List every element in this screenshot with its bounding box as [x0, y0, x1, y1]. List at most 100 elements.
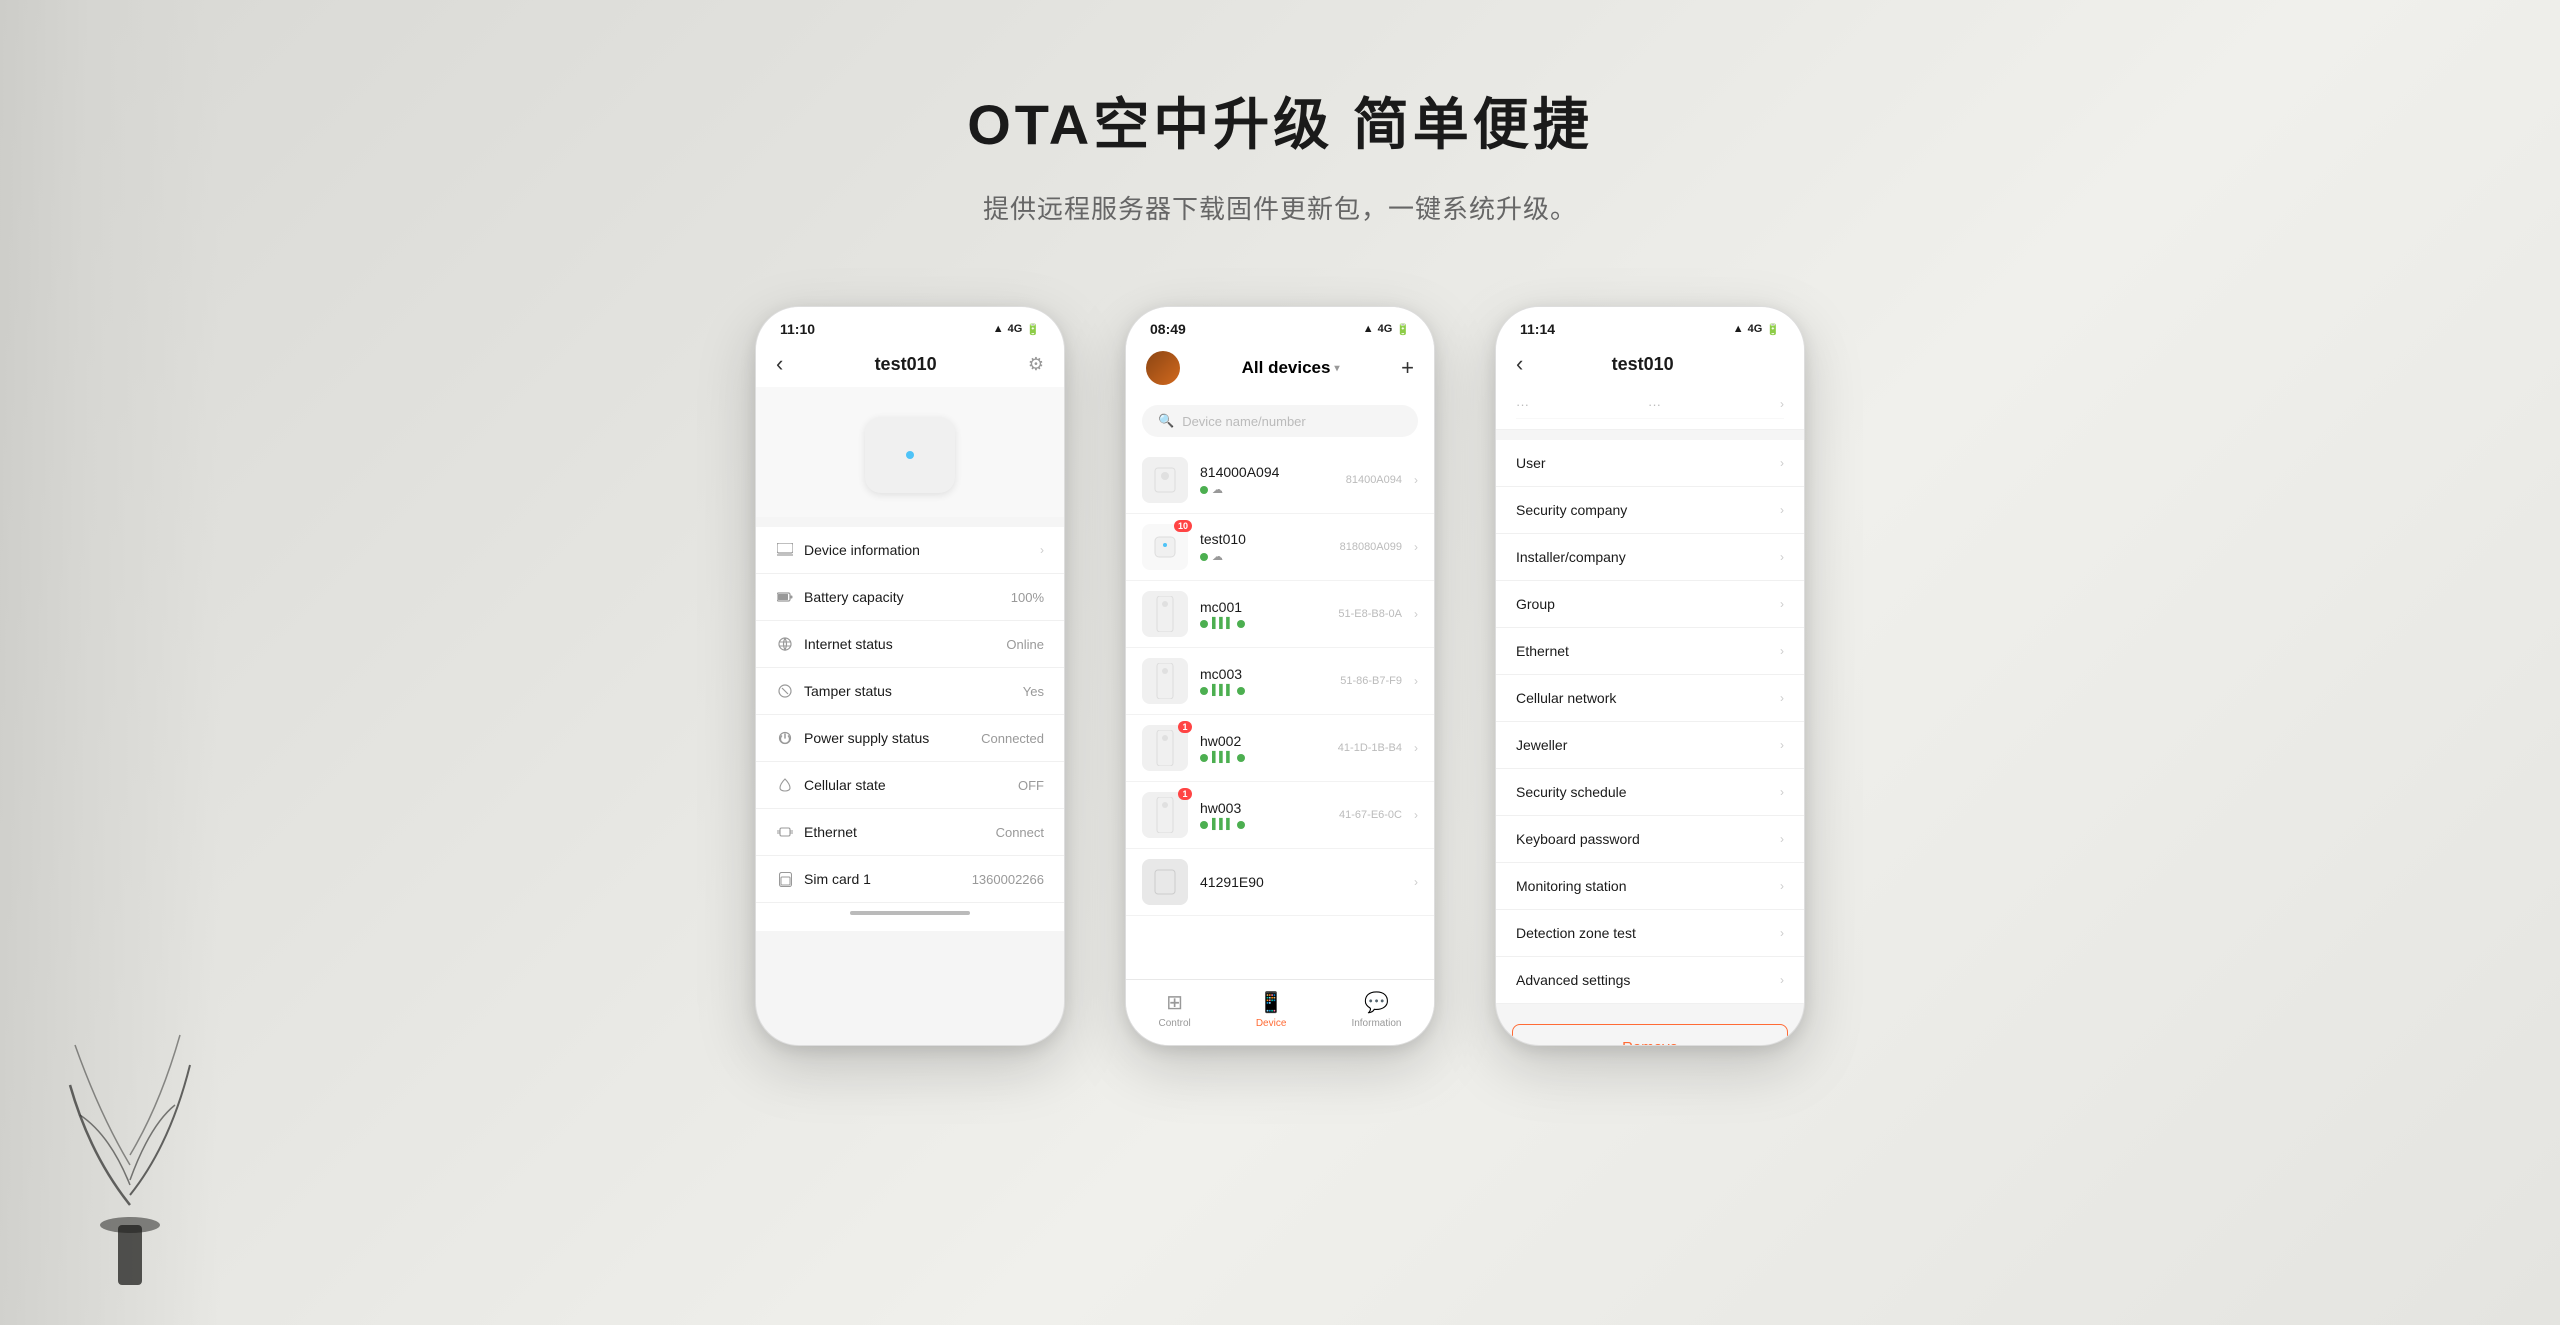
device-info-6: hw003 ▌▌▌ [1200, 800, 1327, 830]
settings-item-advanced[interactable]: Advanced settings › [1496, 957, 1804, 1004]
menu-item-power[interactable]: Power supply status Connected [756, 715, 1064, 762]
remove-button[interactable]: Remove [1512, 1024, 1788, 1046]
menu-item-device-info[interactable]: Device information › [756, 527, 1064, 574]
list-item[interactable]: 814000A094 ☁ 81400A094 › [1126, 447, 1434, 514]
battery-value: 100% [1011, 590, 1044, 605]
device-name-7: 41291E90 [1200, 874, 1402, 890]
phone3-time: 11:14 [1520, 321, 1555, 337]
phone1-back-icon[interactable]: ‹ [776, 351, 783, 377]
device-info-chevron: › [1040, 543, 1044, 557]
phone2-nav: All devices ▾ + [1126, 343, 1434, 395]
menu-item-ethernet[interactable]: Ethernet Connect [756, 809, 1064, 856]
menu-item-cellular[interactable]: Cellular state OFF [756, 762, 1064, 809]
phone1-network-icon: 4G [1008, 323, 1023, 335]
add-device-icon[interactable]: + [1401, 355, 1414, 381]
phone1-signal-icon: ▲ [993, 323, 1004, 335]
phone1-settings-icon[interactable]: ⚙ [1028, 354, 1044, 375]
cellular-icon [776, 776, 794, 794]
device-tab-icon: 📱 [1259, 990, 1284, 1015]
keyboard-password-label: Keyboard password [1516, 831, 1640, 847]
page-subheadline: 提供远程服务器下载固件更新包，一键系统升级。 [983, 189, 1577, 226]
signal-bars-4: ▌▌▌ [1212, 685, 1233, 696]
settings-item-detection-zone[interactable]: Detection zone test › [1496, 910, 1804, 957]
signal-icon-2: ☁ [1212, 550, 1223, 563]
simcard-icon [776, 870, 794, 888]
device-search-bar[interactable]: 🔍 Device name/number [1142, 405, 1418, 437]
cellular-label: Cellular state [804, 777, 886, 793]
phone1-status-icons: ▲ 4G 🔋 [993, 323, 1040, 336]
phone2-tab-bar: ⊞ Control 📱 Device 💬 Information [1126, 979, 1434, 1045]
user-avatar[interactable] [1146, 351, 1180, 385]
settings-item-keyboard-password[interactable]: Keyboard password › [1496, 816, 1804, 863]
phone-2: 08:49 ▲ 4G 🔋 All devices ▾ + 🔍 Devi [1125, 306, 1435, 1046]
jeweller-label: Jeweller [1516, 737, 1567, 753]
settings-item-ethernet[interactable]: Ethernet › [1496, 628, 1804, 675]
list-item[interactable]: 10 test010 ☁ 818080A099 › [1126, 514, 1434, 581]
menu-item-tamper[interactable]: Tamper status Yes [756, 668, 1064, 715]
list-item[interactable]: mc003 ▌▌▌ 51-86-B7-F9 › [1126, 648, 1434, 715]
device-name-6: hw003 [1200, 800, 1327, 816]
tamper-label: Tamper status [804, 683, 892, 699]
control-tab-label: Control [1159, 1018, 1191, 1029]
device-info-7: 41291E90 [1200, 874, 1402, 890]
detection-zone-chevron: › [1780, 926, 1784, 940]
phone1-title: test010 [875, 354, 937, 375]
device-led [906, 451, 914, 459]
device-info-4: mc003 ▌▌▌ [1200, 666, 1328, 696]
device-info-5: hw002 ▌▌▌ [1200, 733, 1326, 763]
phone3-status-icons: ▲ 4G 🔋 [1733, 323, 1780, 336]
device-info-label: Device information [804, 542, 920, 558]
internet-label: Internet status [804, 636, 893, 652]
security-schedule-label: Security schedule [1516, 784, 1627, 800]
user-label: User [1516, 455, 1546, 471]
cellular-value: OFF [1018, 778, 1044, 793]
phone3-battery-icon: 🔋 [1766, 323, 1780, 336]
device-thumbnail-5: 1 [1142, 725, 1188, 771]
tab-control[interactable]: ⊞ Control [1159, 990, 1191, 1029]
settings-item-security-schedule[interactable]: Security schedule › [1496, 769, 1804, 816]
menu-item-internet[interactable]: Internet status Online [756, 621, 1064, 668]
device-icons-2: ☁ [1200, 550, 1328, 563]
security-schedule-chevron: › [1780, 785, 1784, 799]
battery-label: Battery capacity [804, 589, 904, 605]
list-item[interactable]: 41291E90 › [1126, 849, 1434, 916]
signal-bars-5: ▌▌▌ [1212, 752, 1233, 763]
device-thumbnail-3 [1142, 591, 1188, 637]
settings-item-jeweller[interactable]: Jeweller › [1496, 722, 1804, 769]
settings-item-user[interactable]: User › [1496, 440, 1804, 487]
phone1-status-bar: 11:10 ▲ 4G 🔋 [756, 307, 1064, 343]
phone3-status-bar: 11:14 ▲ 4G 🔋 [1496, 307, 1804, 343]
device-icons-5: ▌▌▌ [1200, 752, 1326, 763]
tab-information[interactable]: 💬 Information [1351, 990, 1401, 1029]
settings-item-group[interactable]: Group › [1496, 581, 1804, 628]
device-icons-6: ▌▌▌ [1200, 819, 1327, 830]
phone1-bottom-bar [756, 903, 1064, 931]
wifi-dot-3 [1237, 620, 1245, 628]
status-dot-4 [1200, 687, 1208, 695]
monitoring-station-label: Monitoring station [1516, 878, 1627, 894]
device-badge-6: 1 [1178, 788, 1192, 800]
phone3-partial-top: ··· ··· › [1496, 387, 1804, 430]
settings-item-installer[interactable]: Installer/company › [1496, 534, 1804, 581]
advanced-settings-chevron: › [1780, 973, 1784, 987]
control-tab-icon: ⊞ [1166, 990, 1183, 1015]
device-name-5: hw002 [1200, 733, 1326, 749]
ethernet-label: Ethernet [804, 824, 857, 840]
device-tab-label: Device [1256, 1018, 1287, 1029]
power-icon [776, 729, 794, 747]
settings-item-security-company[interactable]: Security company › [1496, 487, 1804, 534]
device-badge-2: 10 [1174, 520, 1192, 532]
menu-item-battery[interactable]: Battery capacity 100% [756, 574, 1064, 621]
list-item[interactable]: mc001 ▌▌▌ 51-E8-B8-0A › [1126, 581, 1434, 648]
phone2-title[interactable]: All devices ▾ [1242, 358, 1340, 378]
menu-item-simcard[interactable]: Sim card 1 1360002266 [756, 856, 1064, 903]
detection-zone-label: Detection zone test [1516, 925, 1636, 941]
list-item[interactable]: 1 hw002 ▌▌▌ 41-1D-1B-B4 › [1126, 715, 1434, 782]
list-item[interactable]: 1 hw003 ▌▌▌ 41-67-E6-0C › [1126, 782, 1434, 849]
device-thumbnail-1 [1142, 457, 1188, 503]
tab-device[interactable]: 📱 Device [1256, 990, 1287, 1029]
phone2-status-icons: ▲ 4G 🔋 [1363, 323, 1410, 336]
settings-item-monitoring-station[interactable]: Monitoring station › [1496, 863, 1804, 910]
settings-item-cellular-network[interactable]: Cellular network › [1496, 675, 1804, 722]
phone3-back-icon[interactable]: ‹ [1516, 351, 1523, 377]
